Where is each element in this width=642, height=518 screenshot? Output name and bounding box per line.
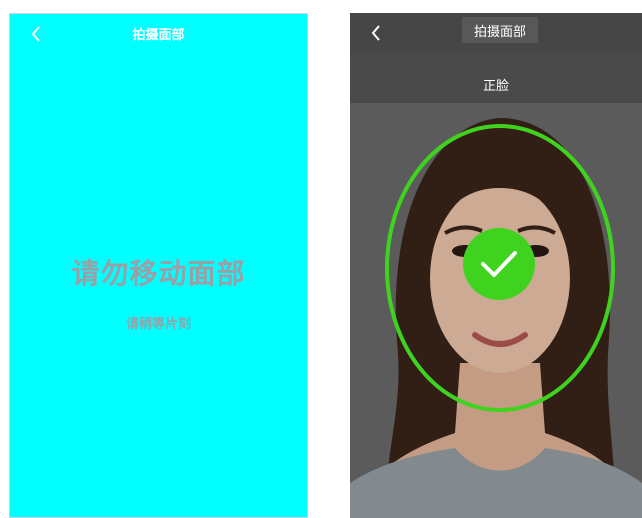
face-orientation-label: 正脸 [482, 79, 509, 94]
wait-message: 请稍等片刻 [125, 317, 191, 332]
face-capture-screen-waiting: 拍摄面部 请勿移动面部 请稍等片刻 [9, 13, 308, 518]
success-indicator [463, 228, 535, 300]
back-button[interactable] [364, 19, 388, 47]
face-capture-screen-success: 拍摄面部 正脸 [350, 13, 642, 518]
check-icon [481, 251, 517, 277]
instruction-message: 请勿移动面部 [71, 257, 246, 290]
page-title: 拍摄面部 [132, 28, 185, 43]
chevron-left-icon [371, 25, 380, 41]
face-camera-preview [350, 103, 642, 518]
page-title: 拍摄面部 [462, 17, 538, 43]
